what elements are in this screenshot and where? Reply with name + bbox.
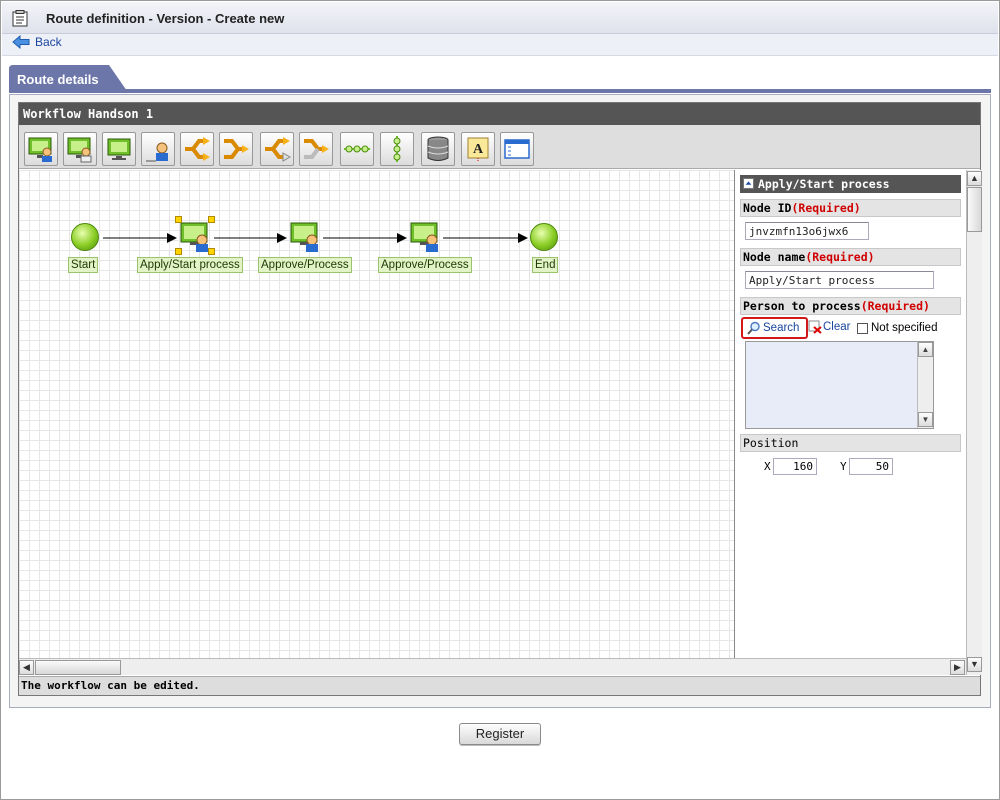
scroll-up-button[interactable]: ▲ <box>967 171 982 186</box>
back-arrow-icon <box>12 35 30 49</box>
branch-end-icon <box>224 139 249 159</box>
branch-start-icon <box>185 137 210 161</box>
monitor-node-tool[interactable] <box>102 132 136 166</box>
vertical-scroll-thumb[interactable] <box>967 187 982 232</box>
workflow-editor: Workflow Handson 1 A Start Apply/Start p… <box>18 102 982 696</box>
tab-label: Route details <box>17 72 99 87</box>
back-bar: Back <box>2 34 998 56</box>
svg-text:A: A <box>473 142 484 157</box>
approve-node-tool[interactable] <box>63 132 97 166</box>
scroll-down-button[interactable]: ▼ <box>967 657 982 672</box>
properties-panel: Apply/Start process Node ID(Required) jn… <box>736 171 965 658</box>
selection-handle[interactable] <box>208 216 215 223</box>
selection-handle[interactable] <box>175 248 182 255</box>
workflow-name: Workflow Handson 1 <box>19 103 980 125</box>
listbox-scroll-down-button[interactable]: ▼ <box>918 412 933 427</box>
properties-header: Apply/Start process <box>740 175 961 193</box>
scroll-right-button[interactable]: ▶ <box>950 660 965 675</box>
horizontal-scroll-thumb[interactable] <box>35 660 121 675</box>
branch-start-gray-icon <box>265 137 291 162</box>
collapse-icon[interactable] <box>743 178 754 189</box>
listbox-scroll-up-button[interactable]: ▲ <box>918 342 933 357</box>
branch-start-gray-tool[interactable] <box>260 132 294 166</box>
register-button[interactable]: Register <box>459 723 541 745</box>
text-label-icon: A <box>467 137 489 162</box>
apply-node-tool[interactable] <box>24 132 58 166</box>
approve-node-icon <box>410 222 438 252</box>
approve-process-node-1-label[interactable]: Approve/Process <box>258 257 352 273</box>
not-specified-label: Not specified <box>871 322 938 334</box>
apply-node-icon <box>28 137 52 162</box>
route-details-panel: Workflow Handson 1 A Start Apply/Start p… <box>9 94 991 708</box>
vertical-scrollbar[interactable]: ▲ ▼ <box>966 170 982 675</box>
node-name-section: Node name(Required) <box>740 248 961 266</box>
clipboard-icon <box>12 10 28 27</box>
horizontal-scrollbar[interactable]: ◀ ▶ <box>19 658 966 675</box>
position-section: Position <box>740 434 961 452</box>
horizontal-line-icon <box>344 145 370 153</box>
start-node[interactable] <box>71 223 99 251</box>
node-name-field[interactable]: Apply/Start process <box>745 271 934 289</box>
selection-handle[interactable] <box>175 216 182 223</box>
monitor-node-icon <box>107 138 131 160</box>
user-node-tool[interactable] <box>141 132 175 166</box>
position-y-label: Y <box>840 460 847 473</box>
title-bar: Route definition - Version - Create new <box>2 2 998 34</box>
vertical-line-tool[interactable] <box>380 132 414 166</box>
start-node-label[interactable]: Start <box>68 257 99 273</box>
user-node-icon <box>146 142 168 162</box>
database-tool[interactable] <box>421 132 455 166</box>
tab-bar: Route details <box>9 65 991 93</box>
person-listbox[interactable]: ▲ ▼ <box>745 341 934 429</box>
branch-start-tool[interactable] <box>180 132 214 166</box>
position-x-label: X <box>764 460 771 473</box>
position-x-field[interactable]: 160 <box>773 458 817 475</box>
node-id-section: Node ID(Required) <box>740 199 961 217</box>
properties-title: Apply/Start process <box>758 177 890 191</box>
branch-end-tool[interactable] <box>219 132 253 166</box>
back-link[interactable]: Back <box>12 35 62 49</box>
end-node[interactable] <box>530 223 558 251</box>
database-icon <box>427 136 449 161</box>
approve-process-node-2-label[interactable]: Approve/Process <box>378 257 472 273</box>
end-node-label[interactable]: End <box>532 257 559 273</box>
window-tool[interactable] <box>500 132 534 166</box>
branch-end-gray-tool[interactable] <box>299 132 333 166</box>
person-section: Person to process(Required) <box>740 297 961 315</box>
scroll-left-button[interactable]: ◀ <box>19 660 34 675</box>
approve-process-node-2[interactable] <box>409 220 441 252</box>
approve-node-icon <box>67 137 92 163</box>
clear-button[interactable]: Clear <box>808 320 850 334</box>
not-specified-checkbox[interactable] <box>857 322 868 334</box>
diagram-canvas[interactable]: Start Apply/Start process Approve/Proces… <box>19 170 735 658</box>
page-title: Route definition - Version - Create new <box>46 11 285 26</box>
window-icon <box>504 139 530 159</box>
clear-icon <box>808 320 822 334</box>
apply-start-node[interactable] <box>179 220 211 252</box>
app-window: Route definition - Version - Create new … <box>0 0 1000 800</box>
selection-handle[interactable] <box>208 248 215 255</box>
tab-route-details[interactable]: Route details <box>9 65 127 91</box>
editor-toolbar: A <box>19 125 980 169</box>
vertical-line-icon <box>393 136 401 162</box>
position-y-field[interactable]: 50 <box>849 458 893 475</box>
person-listbox-scrollbar[interactable]: ▲ ▼ <box>917 342 933 428</box>
apply-start-node-label[interactable]: Apply/Start process <box>137 257 243 273</box>
branch-end-gray-icon <box>304 139 329 159</box>
apply-node-icon <box>180 222 208 252</box>
approve-process-node-1[interactable] <box>289 220 321 252</box>
connector-layer <box>103 233 528 243</box>
status-bar: The workflow can be edited. <box>19 676 980 695</box>
node-id-field[interactable]: jnvzmfn13o6jwx6 <box>745 222 869 240</box>
horizontal-line-tool[interactable] <box>340 132 374 166</box>
search-button[interactable]: Search <box>741 317 808 339</box>
text-label-tool[interactable]: A <box>461 132 495 166</box>
approve-node-icon <box>290 222 318 252</box>
magnifier-icon <box>747 321 760 335</box>
not-specified-option: Not specified <box>857 322 937 334</box>
back-label: Back <box>35 35 62 49</box>
